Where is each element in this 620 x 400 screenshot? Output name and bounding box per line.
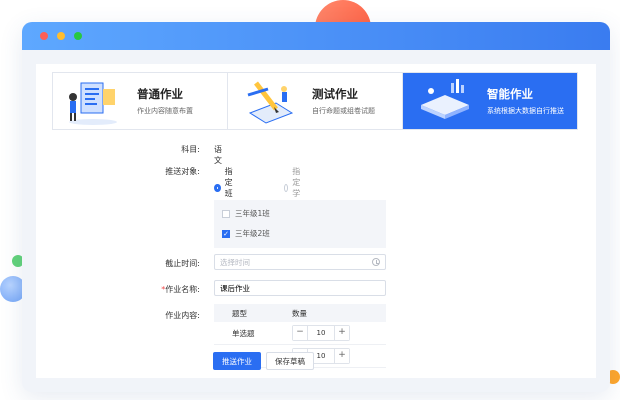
radio-checked-icon xyxy=(214,184,221,192)
close-window-dot[interactable] xyxy=(40,32,48,40)
card-subtitle: 系统根据大数据自行推送 xyxy=(487,107,564,115)
column-header-type: 题型 xyxy=(232,308,247,318)
column-header-count: 数量 xyxy=(292,308,307,318)
pencil-illustration-icon xyxy=(236,75,306,127)
window-titlebar xyxy=(22,22,610,50)
card-subtitle: 作业内容随意布置 xyxy=(137,107,193,115)
minimize-window-dot[interactable] xyxy=(57,32,65,40)
deadline-input[interactable]: 选择时间 xyxy=(214,254,386,270)
subject-label: 科目: xyxy=(181,145,200,154)
save-draft-button[interactable]: 保存草稿 xyxy=(266,352,314,370)
class-select-box: 三年级1班 ✓ 三年级2班 xyxy=(214,200,386,248)
card-subtitle: 自行命题或组卷试题 xyxy=(312,107,375,115)
decrement-button[interactable]: − xyxy=(293,326,307,340)
class-label: 三年级1班 xyxy=(235,209,270,218)
homework-name-input[interactable]: 课后作业 xyxy=(214,280,386,296)
push-homework-button[interactable]: 推送作业 xyxy=(213,352,261,370)
card-title: 普通作业 xyxy=(137,87,183,101)
checkbox-unchecked-icon xyxy=(222,209,230,218)
card-title: 智能作业 xyxy=(487,87,533,101)
homework-type-cards: 普通作业 作业内容随意布置 测试作业 自行命题或组卷试题 智能作业 系统根据大数… xyxy=(52,72,578,130)
increment-button[interactable]: + xyxy=(335,349,349,363)
deadline-placeholder: 选择时间 xyxy=(220,257,250,267)
table-header: 题型 数量 xyxy=(214,304,386,322)
subject-value: 语文 xyxy=(214,145,222,165)
card-normal-homework[interactable]: 普通作业 作业内容随意布置 xyxy=(53,73,228,129)
class-checkbox-1[interactable]: 三年级1班 xyxy=(222,208,270,219)
clock-icon xyxy=(372,258,380,266)
deadline-label: 截止时间: xyxy=(165,259,200,268)
main-panel: 普通作业 作业内容随意布置 测试作业 自行命题或组卷试题 智能作业 系统根据大数… xyxy=(36,64,596,378)
app-window: 普通作业 作业内容随意布置 测试作业 自行命题或组卷试题 智能作业 系统根据大数… xyxy=(22,22,610,392)
radio-unchecked-icon xyxy=(284,184,289,192)
card-test-homework[interactable]: 测试作业 自行命题或组卷试题 xyxy=(228,73,403,129)
increment-button[interactable]: + xyxy=(335,326,349,340)
card-smart-homework[interactable]: 智能作业 系统根据大数据自行推送 xyxy=(403,73,577,129)
homework-name-label-text: 作业名称: xyxy=(165,285,200,294)
quantity-stepper: − 10 + xyxy=(292,325,350,341)
homework-name-label: *作业名称: xyxy=(140,284,200,295)
class-label: 三年级2班 xyxy=(235,229,270,238)
checkbox-checked-icon: ✓ xyxy=(222,229,230,238)
book-illustration-icon xyxy=(411,75,481,127)
class-checkbox-2[interactable]: ✓ 三年级2班 xyxy=(222,228,270,239)
document-illustration-icon xyxy=(61,75,131,127)
card-title: 测试作业 xyxy=(312,87,358,101)
table-row: 单选题 − 10 + xyxy=(214,322,386,345)
quantity-value[interactable]: 10 xyxy=(307,326,335,340)
homework-content-label: 作业内容: xyxy=(165,311,200,320)
push-target-label: 推送对象: xyxy=(165,167,200,176)
question-type: 单选题 xyxy=(232,328,255,338)
homework-name-value: 课后作业 xyxy=(220,283,250,293)
maximize-window-dot[interactable] xyxy=(74,32,82,40)
